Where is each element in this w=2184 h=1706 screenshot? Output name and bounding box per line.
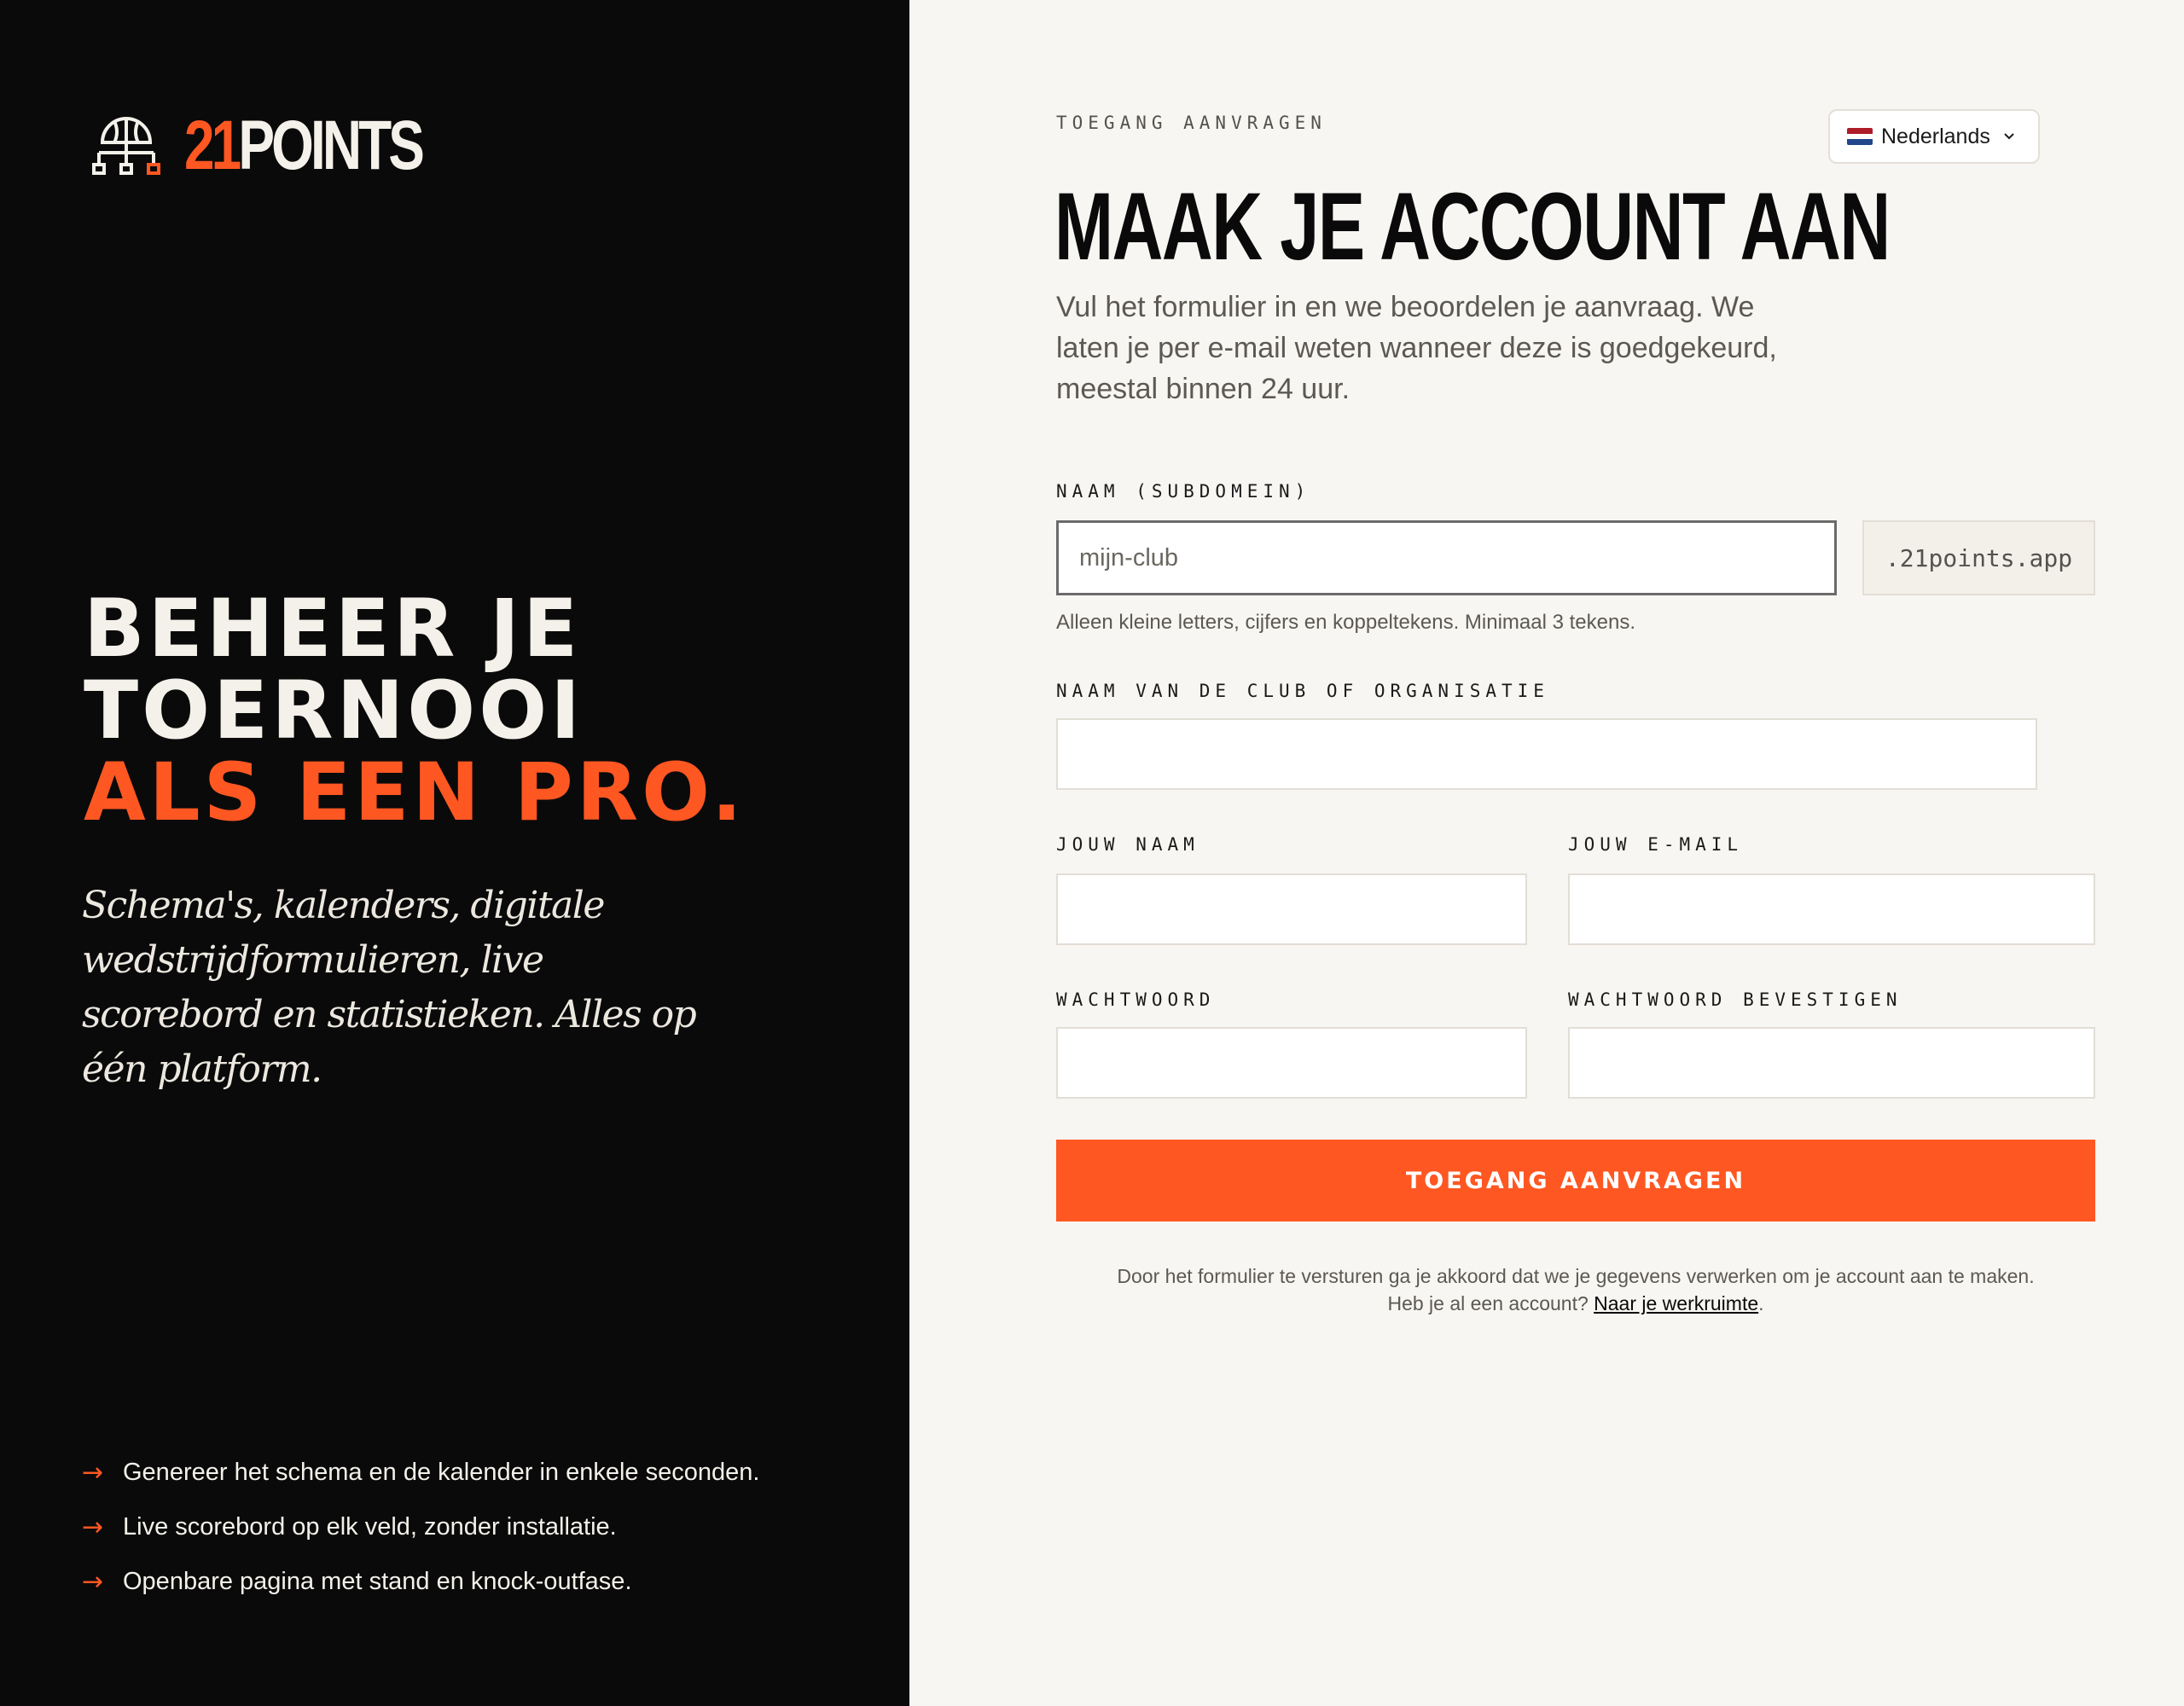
- signup-form-panel: Nederlands TOEGANG AANVRAGEN MAAK JE ACC…: [909, 0, 2184, 1706]
- chevron-down-icon: [2004, 133, 2014, 140]
- feature-text: Live scorebord op elk veld, zonder insta…: [123, 1512, 617, 1541]
- feature-text: Genereer het schema en de kalender in en…: [123, 1458, 760, 1486]
- list-item: → Live scorebord op elk veld, zonder ins…: [82, 1500, 759, 1554]
- login-prompt: Heb je al een account?: [1387, 1292, 1589, 1314]
- arrow-right-icon: →: [82, 1512, 104, 1542]
- hero-line-3: ALS EEN PRO.: [84, 746, 746, 839]
- your-email-label: JOUW E-MAIL: [1568, 834, 1744, 855]
- password-label: WACHTWOORD: [1056, 989, 1216, 1010]
- arrow-right-icon: →: [82, 1457, 104, 1488]
- legal-notice: Door het formulier te versturen ga je ak…: [1056, 1262, 2095, 1317]
- subdomain-input[interactable]: [1056, 520, 1837, 595]
- confirm-password-field[interactable]: [1568, 1027, 2095, 1099]
- login-prompt-row: Heb je al een account? Naar je werkruimt…: [1056, 1290, 2095, 1317]
- arrow-right-icon: →: [82, 1566, 104, 1597]
- form-intro: Vul het formulier in en we beoordelen je…: [1056, 291, 1777, 405]
- password-field[interactable]: [1056, 1027, 1527, 1099]
- email-field[interactable]: [1568, 873, 2095, 945]
- subdomain-label: NAAM (SUBDOMEIN): [1056, 481, 1311, 502]
- page-title: MAAK JE ACCOUNT AAN: [1054, 173, 1891, 280]
- subdomain-hint: Alleen kleine letters, cijfers en koppel…: [1056, 611, 1636, 634]
- form-eyebrow: TOEGANG AANVRAGEN: [1056, 113, 1327, 133]
- your-name-input[interactable]: [1056, 873, 1527, 945]
- feature-text: Openbare pagina met stand en knock-outfa…: [123, 1567, 632, 1595]
- netherlands-flag-icon: [1847, 128, 1873, 145]
- language-selected: Nederlands: [1881, 124, 1990, 148]
- request-access-button[interactable]: TOEGANG AANVRAGEN: [1056, 1140, 2095, 1221]
- language-select[interactable]: Nederlands: [1828, 109, 2040, 164]
- club-name-input[interactable]: [1056, 718, 2037, 790]
- hero-line-1: BEHEER JE: [84, 583, 582, 676]
- subdomain-suffix: .21points.app: [1862, 520, 2095, 595]
- list-item: → Genereer het schema en de kalender in …: [82, 1445, 759, 1500]
- consent-text: Door het formulier te versturen ga je ak…: [1117, 1265, 2035, 1287]
- login-suffix: .: [1758, 1292, 1764, 1314]
- logo[interactable]: 21POINTS: [90, 111, 488, 181]
- your-name-label: JOUW NAAM: [1056, 834, 1199, 855]
- hero-heading: BEHEER JE TOERNOOI ALS EEN PRO.: [84, 589, 746, 834]
- signup-page: 21POINTS BEHEER JE TOERNOOI ALS EEN PRO.…: [0, 0, 2184, 1706]
- logo-wordmark: 21POINTS: [184, 107, 425, 184]
- workspace-link[interactable]: Naar je werkruimte: [1594, 1292, 1758, 1314]
- marketing-panel: 21POINTS BEHEER JE TOERNOOI ALS EEN PRO.…: [0, 0, 909, 1706]
- club-name-label: NAAM VAN DE CLUB OF ORGANISATIE: [1056, 681, 1549, 701]
- confirm-password-label: WACHTWOORD BEVESTIGEN: [1568, 989, 1902, 1010]
- list-item: → Openbare pagina met stand en knock-out…: [82, 1554, 759, 1609]
- hero-line-2: TOERNOOI: [84, 664, 584, 757]
- feature-list: → Genereer het schema en de kalender in …: [82, 1445, 759, 1609]
- basketball-bracket-icon: [92, 117, 160, 175]
- hero-subtitle: Schema's, kalenders, digitale wedstrijdf…: [82, 884, 697, 1091]
